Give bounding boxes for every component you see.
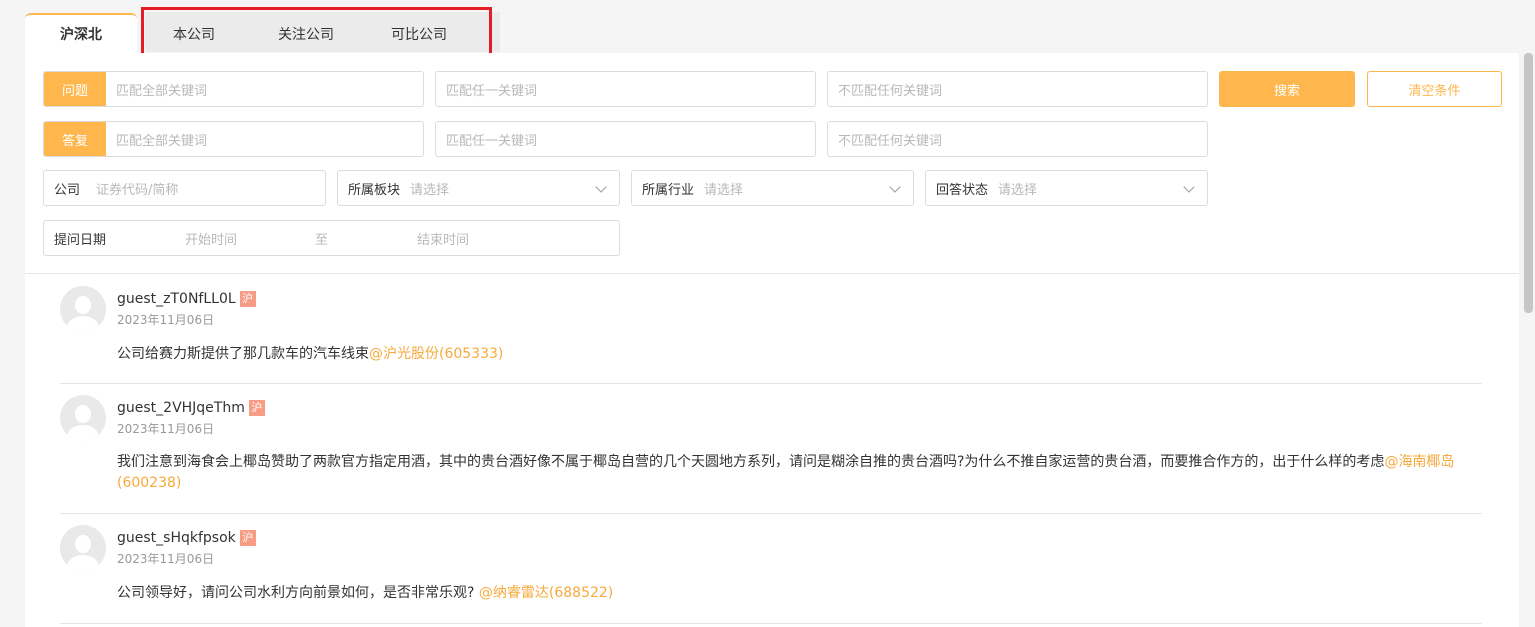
industry-select[interactable]: 所属行业 请选择 <box>631 170 914 206</box>
question-date-label: 提问日期 <box>54 232 107 248</box>
company-input[interactable]: 公司 证券代码/简称 <box>43 170 326 206</box>
question-tag: 问题 <box>44 72 106 106</box>
answer-match-none-placeholder: 不匹配任何关键词 <box>838 133 943 149</box>
board-placeholder: 请选择 <box>410 182 450 198</box>
avatar <box>60 395 106 441</box>
tab-own-company[interactable]: 本公司 <box>173 24 215 44</box>
filter-divider <box>25 273 1519 274</box>
company-tab-group: 本公司 关注公司 可比公司 <box>145 12 500 52</box>
question-match-none-placeholder: 不匹配任何关键词 <box>838 83 943 99</box>
answer-match-all-field[interactable]: 答复 匹配全部关键词 <box>43 121 424 157</box>
username[interactable]: guest_sHqkfpsok <box>117 530 236 546</box>
question-text: 公司给赛力斯提供了那几款车的汽车线束@沪光股份(605333) <box>117 346 504 362</box>
market-badge: 沪 <box>248 400 265 416</box>
answer-match-none-field[interactable]: 不匹配任何关键词 <box>827 121 1208 157</box>
question-match-any-placeholder: 匹配任一关键词 <box>446 83 538 99</box>
list-separator <box>60 383 1482 384</box>
question-date: 2023年11月06日 <box>117 422 215 436</box>
chevron-down-icon <box>889 181 901 193</box>
avatar <box>60 286 106 332</box>
chevron-down-icon <box>595 181 607 193</box>
username[interactable]: guest_zT0NfLL0L <box>117 291 236 307</box>
list-item: guest_sHqkfpsok 沪 2023年11月06日 公司领导好，请问公司水… <box>60 525 1482 623</box>
tab-comparable-companies[interactable]: 可比公司 <box>391 24 447 44</box>
market-badge: 沪 <box>239 530 256 546</box>
scrollbar[interactable] <box>1524 53 1533 313</box>
answer-status-placeholder: 请选择 <box>998 182 1038 198</box>
list-item: guest_2VHJqeThm 沪 2023年11月06日 我们注意到海食会上椰岛… <box>60 395 1482 513</box>
avatar <box>60 525 106 571</box>
date-range-separator: 至 <box>315 232 329 248</box>
tab-shenzhen-shanghai-beijing[interactable]: 沪深北 <box>25 13 137 53</box>
company-placeholder: 证券代码/简称 <box>96 182 179 198</box>
board-label: 所属板块 <box>348 182 401 198</box>
answer-tag: 答复 <box>44 122 106 156</box>
question-date: 2023年11月06日 <box>117 552 215 566</box>
answer-status-label: 回答状态 <box>936 182 989 198</box>
chevron-down-icon <box>1183 181 1195 193</box>
list-separator <box>60 623 1482 624</box>
answer-match-any-placeholder: 匹配任一关键词 <box>446 133 538 149</box>
company-label: 公司 <box>54 182 81 198</box>
company-mention-link[interactable]: @沪光股份(605333) <box>369 346 503 362</box>
end-date-placeholder[interactable]: 结束时间 <box>417 229 469 248</box>
clear-conditions-button[interactable]: 清空条件 <box>1367 71 1502 107</box>
tab-bar: 沪深北 本公司 关注公司 可比公司 <box>25 12 1520 53</box>
tab-followed-companies[interactable]: 关注公司 <box>278 24 334 44</box>
answer-match-any-field[interactable]: 匹配任一关键词 <box>435 121 816 157</box>
search-button[interactable]: 搜索 <box>1219 71 1355 107</box>
question-date: 2023年11月06日 <box>117 313 215 327</box>
question-date-range[interactable]: 提问日期 开始时间 至 结束时间 <box>43 220 620 256</box>
list-separator <box>60 513 1482 514</box>
list-item: guest_zT0NfLL0L 沪 2023年11月06日 公司给赛力斯提供了那几… <box>60 286 1482 382</box>
answer-status-select[interactable]: 回答状态 请选择 <box>925 170 1208 206</box>
question-match-any-field[interactable]: 匹配任一关键词 <box>435 71 816 107</box>
question-text: 我们注意到海食会上椰岛赞助了两款官方指定用酒，其中的贵台酒好像不属于椰岛自营的几… <box>117 454 1455 491</box>
username[interactable]: guest_2VHJqeThm <box>117 400 245 416</box>
question-text: 公司领导好，请问公司水利方向前景如何，是否非常乐观? @纳睿雷达(688522) <box>117 585 614 601</box>
industry-label: 所属行业 <box>642 182 695 198</box>
company-mention-link[interactable]: @纳睿雷达(688522) <box>479 585 613 601</box>
board-select[interactable]: 所属板块 请选择 <box>337 170 620 206</box>
question-match-all-placeholder: 匹配全部关键词 <box>116 83 208 99</box>
market-badge: 沪 <box>239 291 256 307</box>
question-match-all-field[interactable]: 问题 匹配全部关键词 <box>43 71 424 107</box>
start-date-placeholder[interactable]: 开始时间 <box>185 229 237 248</box>
industry-placeholder: 请选择 <box>704 182 744 198</box>
question-match-none-field[interactable]: 不匹配任何关键词 <box>827 71 1208 107</box>
answer-match-all-placeholder: 匹配全部关键词 <box>116 133 208 149</box>
